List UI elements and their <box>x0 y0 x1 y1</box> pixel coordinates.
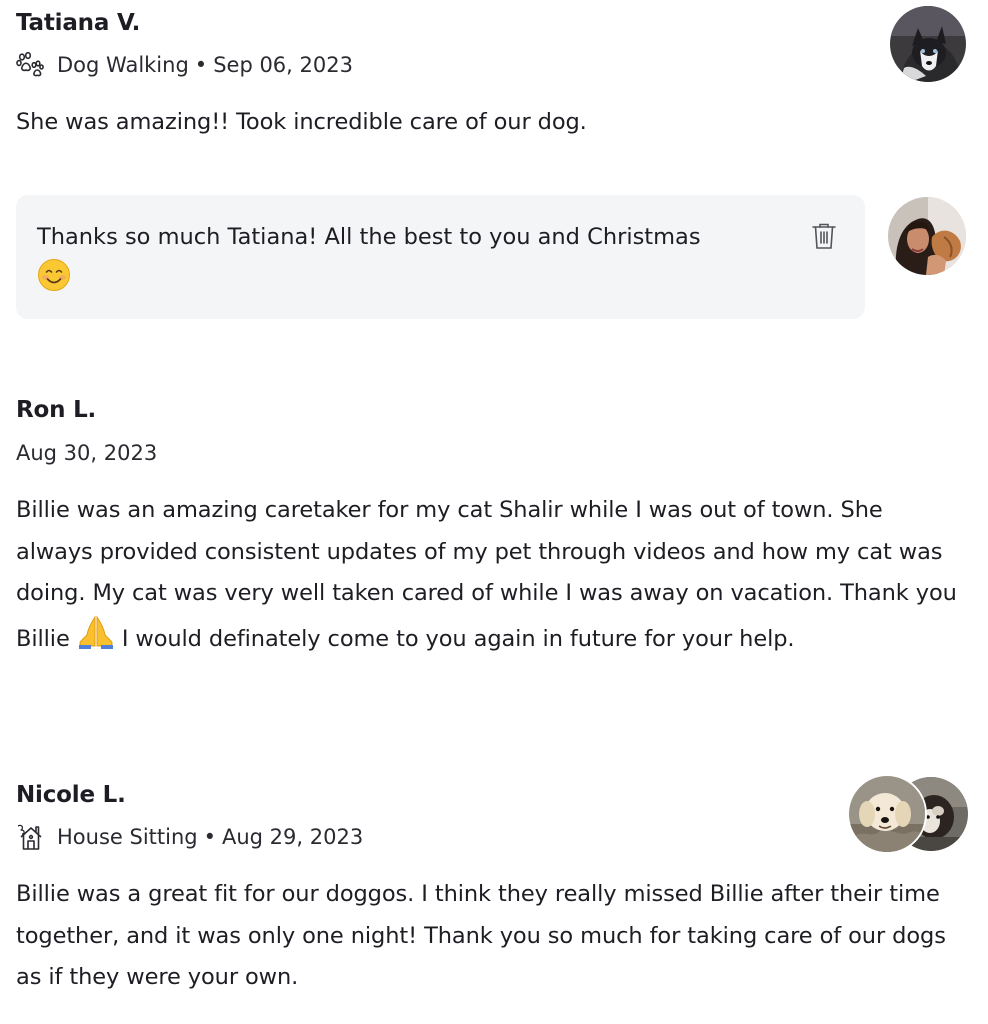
reviewer-name: Ron L. <box>16 397 97 423</box>
service-name: Dog Walking <box>57 53 189 77</box>
review-card: Ron L. Aug 30, 2023 Billie was an amazin… <box>16 395 966 663</box>
service-name: House Sitting <box>57 825 198 849</box>
review-meta: Aug 30, 2023 <box>16 438 966 468</box>
sitter-avatar[interactable] <box>888 197 966 275</box>
review-text: Billie was a great fit for our doggos. I… <box>16 881 946 990</box>
review-card: Tatiana V. Dog Walking • Sep 06, 2023 Sh… <box>16 8 966 144</box>
separator: • <box>194 53 208 77</box>
trash-icon[interactable] <box>811 222 837 250</box>
reply-text: Thanks so much Tatiana! All the best to … <box>37 217 797 306</box>
house-icon <box>16 823 44 851</box>
review-date: Aug 30, 2023 <box>16 441 158 465</box>
review-meta: House Sitting • Aug 29, 2023 <box>16 822 966 852</box>
reviewer-avatar[interactable] <box>890 6 966 82</box>
review-text: She was amazing!! Took incredible care o… <box>16 109 587 135</box>
paw-icon <box>16 51 44 79</box>
folded-hands-emoji <box>77 614 115 664</box>
review-meta: Dog Walking • Sep 06, 2023 <box>16 50 966 80</box>
review-date: Aug 29, 2023 <box>221 825 364 849</box>
review-card: Nicole L. House Sitting • Aug 29, 2023 B… <box>16 780 966 999</box>
separator: • <box>203 825 216 849</box>
review-date: Sep 06, 2023 <box>213 53 353 77</box>
smiling-face-emoji <box>37 258 71 306</box>
review-text-part: I would definately come to you again in … <box>121 625 795 652</box>
reviewer-name: Tatiana V. <box>16 10 141 36</box>
review-text: Billie was an amazing caretaker for my c… <box>16 490 966 663</box>
owner-reply: Thanks so much Tatiana! All the best to … <box>16 195 865 319</box>
reply-message: Thanks so much Tatiana! All the best to … <box>37 224 701 250</box>
reviewer-name: Nicole L. <box>16 782 126 808</box>
pet-avatar[interactable] <box>847 774 927 854</box>
